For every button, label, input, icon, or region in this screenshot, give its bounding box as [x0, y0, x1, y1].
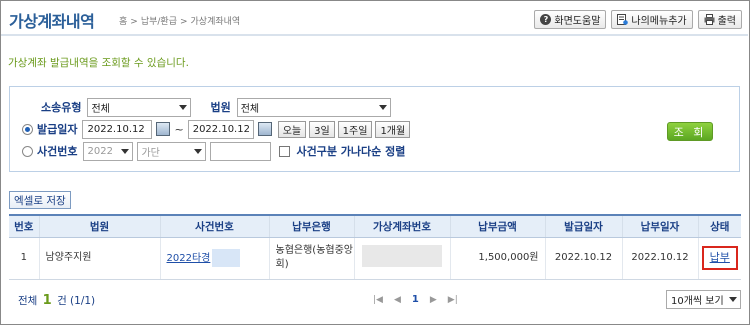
redacted-mask: [212, 249, 241, 267]
breadcrumb-payment[interactable]: 납부/환급: [141, 17, 177, 27]
calendar-icon[interactable]: [257, 122, 272, 136]
pay-status-link[interactable]: 납부: [701, 246, 738, 270]
total-suffix: 건 (1/1): [57, 295, 96, 307]
case-type-select[interactable]: 가단: [137, 141, 207, 161]
result-table: 번호 법원 사건번호 납부은행 가상계좌번호 납부금액 발급일자 납부일자 상태…: [9, 214, 741, 280]
col-header-account: 가상계좌번호: [353, 214, 450, 238]
calendar-icon[interactable]: [156, 122, 171, 136]
col-header-bank: 납부은행: [268, 214, 354, 238]
chevron-down-icon: [179, 104, 188, 110]
issue-date-radio[interactable]: [22, 123, 33, 135]
one-month-button[interactable]: 1개월: [375, 120, 411, 138]
per-page-value: 10개씩 보기: [671, 296, 724, 307]
case-number-link[interactable]: 2022타경: [167, 253, 211, 264]
page-title: 가상계좌내역: [9, 12, 95, 31]
prev-page-icon[interactable]: ◀: [394, 295, 401, 305]
cell-issue-date: 2022.10.12: [544, 237, 622, 280]
date-to-input[interactable]: 2022.10.12: [187, 119, 254, 139]
help-button[interactable]: ? 화면도움말: [534, 10, 607, 29]
cell-court: 남양주지원: [38, 237, 160, 280]
col-header-court: 법원: [38, 214, 160, 238]
next-page-icon[interactable]: ▶: [430, 295, 437, 305]
three-days-button[interactable]: 3일: [309, 120, 335, 138]
breadcrumb-home[interactable]: 홈: [119, 17, 127, 27]
add-my-menu-button[interactable]: 나의메뉴추가: [611, 10, 693, 29]
year-value: 2022: [87, 145, 113, 157]
current-page[interactable]: 1: [412, 294, 419, 305]
chevron-down-icon: [194, 148, 203, 154]
help-button-label: 화면도움말: [554, 16, 601, 27]
date-from-input[interactable]: 2022.10.12: [82, 119, 153, 139]
last-page-icon[interactable]: ▶|: [448, 295, 458, 305]
col-header-status: 상태: [697, 214, 741, 238]
col-header-case-no: 사건번호: [159, 214, 269, 238]
sort-label: 사건구분 가나다순 정렬: [296, 145, 406, 158]
help-icon: ?: [540, 14, 552, 25]
header-bar: 가상계좌내역 홈 > 납부/환급 > 가상계좌내역 ? 화면도움말 나의메뉴추가 출력: [1, 1, 748, 36]
cell-pay-date: 2022.10.12: [621, 237, 698, 280]
send-type-select[interactable]: 전체: [87, 97, 192, 117]
chevron-down-icon: [378, 104, 387, 110]
issue-date-label: 발급일자: [37, 123, 78, 136]
year-select[interactable]: 2022: [83, 141, 134, 161]
pagination: |◀ ◀ 1 ▶ ▶|: [373, 294, 458, 305]
excel-save-button[interactable]: 엑셀로 저장: [9, 191, 71, 209]
chevron-down-icon: [121, 148, 130, 154]
add-menu-icon: [617, 14, 629, 25]
page-description: 가상계좌 발급내역을 조회할 수 있습니다.: [8, 57, 189, 69]
today-button[interactable]: 오늘: [277, 120, 307, 138]
cell-no: 1: [9, 237, 39, 280]
send-type-value: 전체: [91, 103, 110, 115]
cell-case-no: 2022타경: [159, 237, 269, 280]
add-my-menu-label: 나의메뉴추가: [631, 16, 687, 27]
court-value: 전체: [240, 103, 260, 115]
cell-account: [353, 237, 450, 280]
cell-status: 납부: [697, 237, 741, 280]
table-row: 1 남양주지원 2022타경 농협은행(농협중앙회) 1,500,000원 20…: [9, 237, 741, 280]
case-no-radio[interactable]: [22, 145, 33, 157]
redacted-account-mask: [362, 244, 442, 267]
court-label: 법원: [210, 101, 231, 114]
breadcrumb-current: 가상계좌내역: [190, 17, 241, 27]
sort-checkbox[interactable]: [279, 145, 291, 157]
one-week-button[interactable]: 1주일: [337, 120, 373, 138]
case-type-value: 가단: [141, 147, 160, 159]
total-number: 1: [42, 293, 52, 308]
search-panel: 소송유형 전체 법원 전체 발급일자 2022.10.12 ~ 2022.10.…: [9, 86, 740, 172]
total-prefix: 전체: [18, 295, 38, 307]
per-page-select[interactable]: 10개씩 보기: [666, 290, 741, 309]
breadcrumb: 홈 > 납부/환급 > 가상계좌내역: [119, 17, 241, 27]
col-header-amount: 납부금액: [449, 214, 545, 238]
print-button[interactable]: 출력: [697, 10, 742, 29]
table-header-row: 번호 법원 사건번호 납부은행 가상계좌번호 납부금액 발급일자 납부일자 상태: [9, 214, 741, 238]
query-button[interactable]: 조 회: [667, 122, 713, 141]
case-no-label: 사건번호: [37, 145, 78, 158]
print-icon: [704, 14, 715, 25]
cell-bank: 농협은행(농협중앙회): [268, 237, 354, 280]
print-button-label: 출력: [717, 16, 736, 27]
col-header-pay-date: 납부일자: [621, 214, 698, 238]
chevron-down-icon: [729, 297, 737, 302]
case-number-input[interactable]: [210, 141, 272, 161]
cell-amount: 1,500,000원: [449, 237, 545, 280]
date-separator: ~: [174, 122, 184, 136]
first-page-icon[interactable]: |◀: [373, 295, 383, 305]
court-select[interactable]: 전체: [236, 97, 391, 117]
col-header-no: 번호: [9, 214, 39, 238]
total-count: 전체 1 건 (1/1): [18, 293, 95, 308]
col-header-issue-date: 발급일자: [544, 214, 622, 238]
send-type-label: 소송유형: [41, 101, 82, 114]
